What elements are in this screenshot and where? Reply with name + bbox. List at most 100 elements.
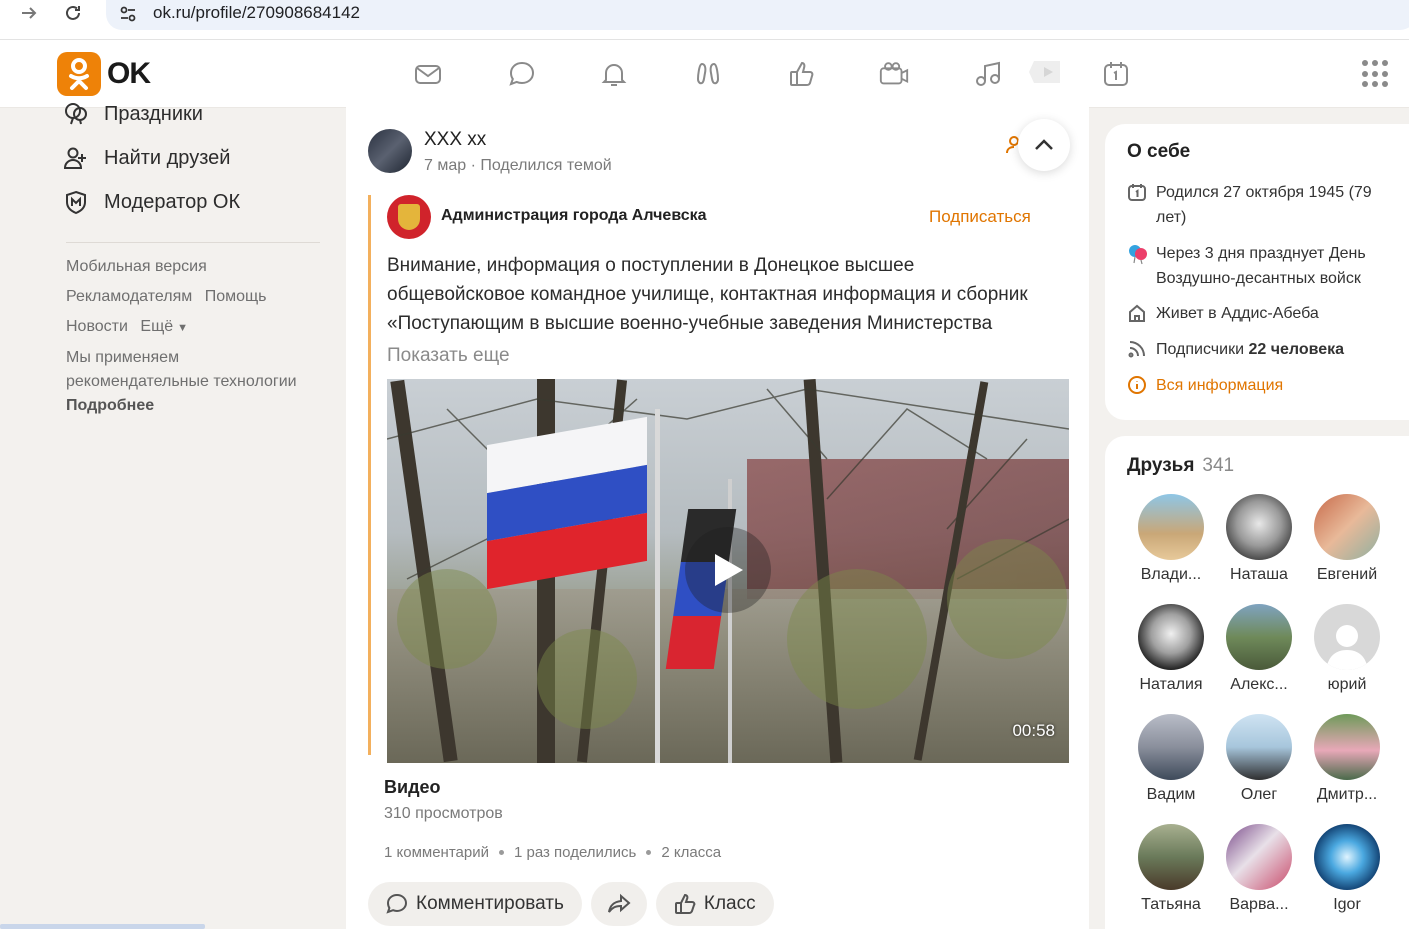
collapse-button[interactable]	[1018, 119, 1070, 171]
recommend-line-1: Мы применяем	[66, 349, 180, 366]
friend-item[interactable]: Варва...	[1217, 824, 1301, 914]
friend-item[interactable]: Наталия	[1129, 604, 1213, 694]
post-actions: Комментировать Класс	[368, 882, 774, 926]
author-avatar[interactable]	[368, 129, 412, 173]
group-logo[interactable]	[387, 195, 431, 239]
messages-icon[interactable]	[412, 58, 444, 90]
followers-text: Подписчики 22 человека	[1156, 337, 1344, 367]
friend-item[interactable]: Влади...	[1129, 494, 1213, 584]
meta-separator: ·	[470, 157, 476, 174]
friend-name: Олег	[1240, 786, 1278, 803]
balloons-icon	[1127, 243, 1149, 291]
friend-name: Вадим	[1146, 786, 1196, 803]
details-link[interactable]: Подробнее	[66, 397, 154, 414]
friend-avatar	[1226, 494, 1292, 560]
shares-count[interactable]: 1 раз поделились	[514, 844, 636, 861]
apps-grid-icon[interactable]	[1362, 60, 1390, 88]
forward-icon[interactable]	[14, 0, 44, 26]
guests-icon[interactable]	[692, 58, 724, 90]
about-card: О себе Родился 27 октября 1945 (79 лет) …	[1105, 124, 1409, 420]
friend-name: Татьяна	[1141, 896, 1201, 913]
all-info-link[interactable]: Вся информация	[1156, 373, 1283, 403]
comment-button[interactable]: Комментировать	[368, 882, 582, 926]
friend-name: Влади...	[1140, 566, 1202, 583]
address-bar[interactable]: ok.ru/profile/270908684142	[106, 0, 1409, 30]
calendar-icon[interactable]	[1100, 58, 1132, 90]
video-title[interactable]: Видео	[384, 777, 441, 798]
notifications-icon[interactable]	[598, 58, 630, 90]
friend-item[interactable]: Igor	[1305, 824, 1389, 914]
post-action: Поделился темой	[480, 157, 612, 174]
about-all-info[interactable]: Вся информация	[1127, 373, 1397, 403]
share-button[interactable]	[590, 882, 647, 926]
friend-item[interactable]: Вадим	[1129, 714, 1213, 804]
site-settings-icon[interactable]	[118, 4, 138, 29]
coat-of-arms-icon	[398, 204, 420, 230]
friend-item[interactable]: Татьяна	[1129, 824, 1213, 914]
video-icon[interactable]	[1028, 56, 1064, 88]
subscribe-button[interactable]: Подписаться	[929, 207, 1031, 227]
friend-item[interactable]: Олег	[1217, 714, 1301, 804]
post-text[interactable]: Внимание, информация о поступлении в Дон…	[387, 251, 1077, 338]
friend-avatar	[1138, 494, 1204, 560]
born-text: Родился 27 октября 1945 (79 лет)	[1156, 184, 1372, 226]
horizontal-scrollbar[interactable]	[0, 924, 205, 929]
balloons-icon	[62, 100, 90, 128]
likes-count[interactable]: 2 класса	[661, 844, 721, 861]
video-player[interactable]: 00:58	[387, 379, 1069, 763]
footer-links: Мобильная версия Рекламодателям Помощь Н…	[62, 255, 332, 418]
ok-logo-icon	[57, 52, 101, 96]
flag-pole	[655, 409, 660, 763]
music-icon[interactable]	[972, 58, 1004, 90]
friends-title[interactable]: Друзья 341	[1127, 455, 1234, 477]
friend-item[interactable]: Алекс...	[1217, 604, 1301, 694]
sidebar-item-label: Найти друзей	[104, 146, 231, 169]
video-duration: 00:58	[1012, 721, 1055, 740]
friends-count: 341	[1202, 455, 1235, 476]
russian-flag	[487, 416, 647, 590]
show-more-link[interactable]: Показать еще	[387, 345, 510, 367]
friend-item[interactable]: юрий	[1305, 604, 1389, 694]
comment-icon	[386, 893, 408, 914]
info-icon	[1127, 375, 1149, 403]
left-sidebar: Праздники Найти друзей Модератор ОК Моби…	[62, 100, 332, 418]
like-icon	[674, 893, 696, 914]
mobile-version-link[interactable]: Мобильная версия	[66, 258, 207, 275]
post-date[interactable]: 7 мар	[424, 157, 466, 174]
ok-logo[interactable]: OK	[57, 52, 151, 96]
sidebar-divider	[66, 242, 320, 243]
more-link[interactable]: Ещё ▼	[140, 318, 188, 335]
share-icon	[607, 893, 631, 913]
friend-avatar	[1314, 714, 1380, 780]
news-link[interactable]: Новости	[66, 318, 128, 335]
reactions-icon[interactable]	[786, 58, 818, 90]
reload-icon[interactable]	[58, 0, 88, 26]
friend-item[interactable]: Дмитр...	[1305, 714, 1389, 804]
discussions-icon[interactable]	[506, 58, 538, 90]
friend-item[interactable]: Наташа	[1217, 494, 1301, 584]
play-icon	[715, 554, 743, 586]
friend-name: Дмитр...	[1316, 786, 1378, 803]
default-avatar-icon	[1314, 604, 1380, 670]
friend-avatar	[1138, 604, 1204, 670]
author-name[interactable]: XXX xx	[424, 129, 486, 151]
friend-item[interactable]: Евгений	[1305, 494, 1389, 584]
sidebar-item-holidays[interactable]: Праздники	[62, 92, 332, 136]
friend-avatar	[1226, 604, 1292, 670]
browser-toolbar: ok.ru/profile/270908684142	[0, 0, 1409, 40]
help-link[interactable]: Помощь	[205, 288, 267, 305]
comments-count[interactable]: 1 комментарий	[384, 844, 489, 861]
photos-icon[interactable]	[878, 58, 910, 90]
advertisers-link[interactable]: Рекламодателям	[66, 288, 192, 305]
about-followers[interactable]: Подписчики 22 человека	[1127, 337, 1397, 367]
chevron-up-icon	[1035, 139, 1053, 150]
video-views: 310 просмотров	[384, 805, 503, 822]
friend-name: Наташа	[1230, 566, 1288, 583]
holiday-text[interactable]: Через 3 дня празднует День Воздушно-деса…	[1156, 241, 1397, 291]
friend-name: Варва...	[1229, 896, 1289, 913]
sidebar-item-moderator[interactable]: Модератор ОК	[62, 180, 332, 224]
play-button[interactable]	[685, 527, 771, 613]
like-button[interactable]: Класс	[655, 882, 774, 926]
group-name[interactable]: Администрация города Алчевска	[441, 207, 707, 225]
sidebar-item-find-friends[interactable]: Найти друзей	[62, 136, 332, 180]
